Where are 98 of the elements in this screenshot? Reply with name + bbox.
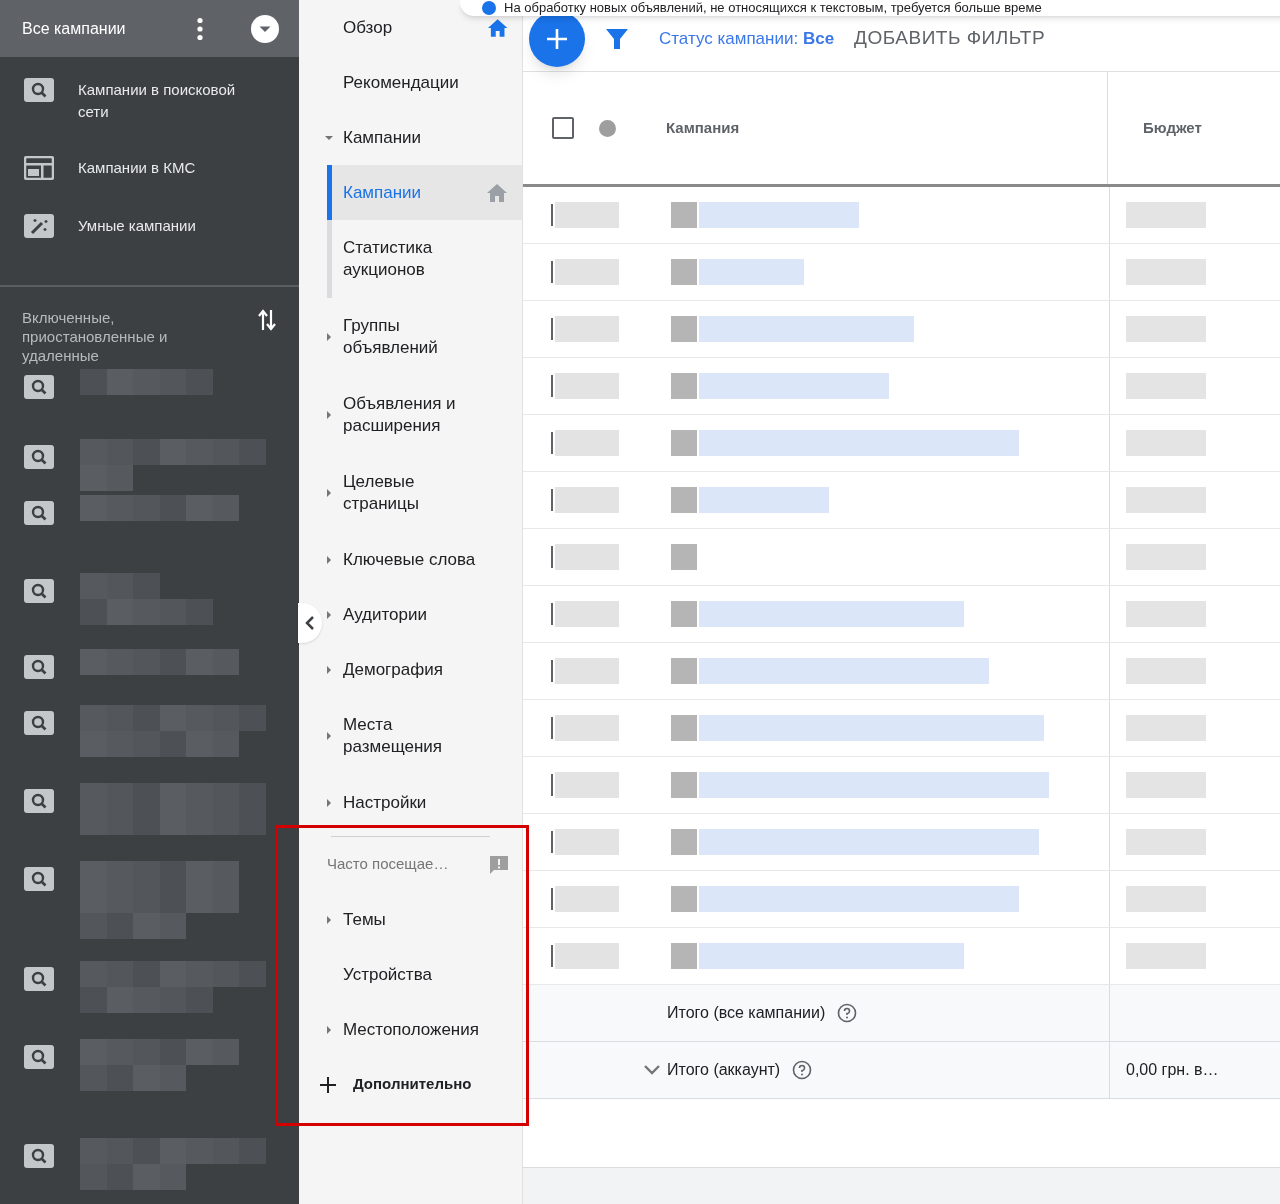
search-icon bbox=[24, 501, 54, 525]
nav-item[interactable]: Устройства bbox=[336, 963, 491, 986]
nav-item[interactable]: Ключевые слова bbox=[336, 548, 491, 571]
search-icon bbox=[24, 1045, 54, 1069]
blurred-cell bbox=[555, 487, 619, 513]
blurred-icon bbox=[671, 316, 697, 342]
nav-item[interactable]: Кампании bbox=[336, 126, 491, 149]
status-filter-chip[interactable]: Статус кампании: Все bbox=[659, 25, 835, 52]
blurred-icon bbox=[671, 259, 697, 285]
caret-right-icon[interactable] bbox=[324, 488, 334, 498]
blurred-icon bbox=[671, 487, 697, 513]
home-icon[interactable] bbox=[486, 17, 508, 38]
budget-value: 0,00 грн. в… bbox=[1126, 1060, 1219, 1080]
blurred-cell bbox=[555, 943, 619, 969]
blurred-cell bbox=[555, 316, 619, 342]
caret-right-icon[interactable] bbox=[324, 332, 334, 342]
blurred-cell bbox=[555, 658, 619, 684]
filter-icon[interactable] bbox=[605, 27, 629, 50]
campaign-type-item[interactable]: Кампании в КМС bbox=[0, 145, 299, 203]
search-icon bbox=[24, 711, 54, 735]
column-header: Бюджет bbox=[1143, 117, 1202, 138]
totals-label: Итого (все кампании) bbox=[667, 1003, 826, 1023]
nav-item[interactable]: Настройки bbox=[336, 791, 491, 814]
search-icon bbox=[24, 655, 54, 679]
nav-item[interactable]: Темы bbox=[336, 908, 491, 931]
blurred-icon bbox=[671, 601, 697, 627]
campaign-type-item[interactable]: Кампании в поисковой сети bbox=[0, 67, 299, 145]
account-title: Все кампании bbox=[22, 18, 127, 39]
nav-item[interactable]: Объявления и расширения bbox=[336, 393, 491, 437]
help-icon[interactable] bbox=[837, 1003, 858, 1023]
sort-icon[interactable] bbox=[257, 308, 277, 332]
nav-item[interactable]: Места размещения bbox=[336, 714, 491, 758]
search-icon bbox=[24, 789, 54, 813]
caret-right-icon[interactable] bbox=[324, 797, 334, 808]
search-icon bbox=[24, 967, 54, 991]
plus-icon bbox=[319, 1075, 337, 1094]
blurred-icon bbox=[671, 943, 697, 969]
layout-icon bbox=[24, 156, 54, 180]
totals-label: Итого (аккаунт) bbox=[667, 1060, 781, 1080]
notification-text: На обработку новых объявлений, не относящихся к текстовым, требуется больше време bbox=[504, 0, 1042, 16]
add-filter-button[interactable]: ДОБАВИТЬ ФИЛЬТР bbox=[854, 24, 1046, 53]
subnav-item[interactable]: Кампании bbox=[327, 165, 522, 220]
nav-item[interactable]: Группы объявлений bbox=[336, 315, 491, 359]
nav-item[interactable]: Рекомендации bbox=[336, 71, 491, 94]
blurred-cell bbox=[555, 430, 619, 456]
nav-item[interactable]: Обзор bbox=[336, 16, 487, 39]
nav-item[interactable]: Местоположения bbox=[336, 1018, 491, 1041]
magic-wand-icon bbox=[24, 214, 54, 238]
search-icon bbox=[24, 867, 54, 891]
more-vert-icon[interactable] bbox=[196, 16, 204, 41]
search-icon bbox=[24, 375, 54, 399]
blurred-cell bbox=[555, 829, 619, 855]
plus-icon bbox=[546, 27, 568, 50]
nav-item[interactable]: Целевые страницы bbox=[336, 471, 491, 515]
blurred-icon bbox=[671, 544, 697, 570]
blurred-cell bbox=[555, 886, 619, 912]
search-icon bbox=[24, 579, 54, 603]
blurred-icon bbox=[671, 658, 697, 684]
select-all-checkbox[interactable] bbox=[552, 117, 574, 139]
caret-right-icon[interactable] bbox=[324, 410, 334, 420]
nav-item[interactable]: Аудитории bbox=[336, 603, 491, 626]
blurred-cell bbox=[555, 772, 619, 798]
search-icon bbox=[24, 78, 54, 102]
status-dot-icon bbox=[599, 119, 616, 137]
search-icon bbox=[24, 1144, 54, 1168]
info-icon bbox=[482, 1, 496, 15]
blurred-cell bbox=[555, 601, 619, 627]
caret-right-icon[interactable] bbox=[324, 731, 334, 741]
chevron-down-icon[interactable] bbox=[643, 1064, 661, 1076]
blurred-cell bbox=[555, 259, 619, 285]
subnav-item[interactable]: Статистика аукционов bbox=[327, 220, 522, 298]
caret-right-icon[interactable] bbox=[324, 609, 334, 620]
chevron-left-icon bbox=[303, 615, 317, 631]
blurred-icon bbox=[671, 829, 697, 855]
blurred-cell bbox=[555, 373, 619, 399]
help-icon[interactable] bbox=[792, 1060, 813, 1080]
status-filter-label: Включенные, приостановленные и удаленные bbox=[22, 308, 169, 365]
blurred-cell bbox=[555, 715, 619, 741]
feedback-icon[interactable] bbox=[488, 853, 510, 876]
blurred-cell bbox=[555, 202, 619, 228]
blurred-icon bbox=[671, 772, 697, 798]
nav-item[interactable]: Демография bbox=[336, 658, 491, 681]
blurred-icon bbox=[671, 430, 697, 456]
search-icon bbox=[24, 445, 54, 469]
caret-right-icon[interactable] bbox=[324, 554, 334, 565]
column-header: Кампания bbox=[666, 117, 741, 138]
caret-right-icon[interactable] bbox=[324, 914, 334, 925]
blurred-icon bbox=[671, 715, 697, 741]
blurred-cell bbox=[555, 544, 619, 570]
blurred-icon bbox=[671, 202, 697, 228]
caret-right-icon[interactable] bbox=[324, 664, 334, 675]
blurred-icon bbox=[671, 373, 697, 399]
dropdown-icon[interactable] bbox=[251, 14, 279, 43]
more-button[interactable]: Дополнительно bbox=[319, 1057, 522, 1112]
section-title: Часто посещае… bbox=[327, 854, 449, 875]
caret-right-icon[interactable] bbox=[324, 1024, 334, 1035]
blurred-icon bbox=[671, 886, 697, 912]
campaign-type-item[interactable]: Умные кампании bbox=[0, 203, 299, 277]
